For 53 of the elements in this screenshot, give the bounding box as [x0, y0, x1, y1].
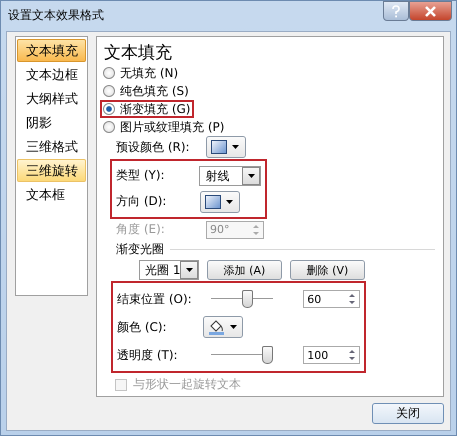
sidebar-item[interactable]: 文本边框 — [17, 63, 86, 86]
radio-button[interactable] — [103, 103, 115, 115]
radio-button[interactable] — [103, 67, 115, 79]
spin-arrows-icon — [347, 293, 357, 306]
caret-icon — [230, 325, 237, 330]
paint-bucket-icon — [208, 319, 225, 336]
push-button[interactable]: 添加 (A) — [207, 260, 282, 280]
sidebar-item[interactable]: 大纲样式 — [17, 87, 86, 110]
caret-icon — [186, 268, 193, 272]
gradient-swatch-icon — [211, 140, 227, 154]
help-icon — [390, 4, 402, 18]
type-dropdown[interactable]: 射线 — [199, 166, 261, 186]
radio-label: 图片或纹理填充 (P) — [120, 118, 224, 136]
group-heading: 渐变光圈 — [116, 241, 164, 258]
number-spinner[interactable]: 60 — [303, 290, 360, 308]
caret-icon — [232, 145, 239, 150]
preset-color-dropdown[interactable] — [206, 136, 246, 158]
direction-dropdown[interactable] — [200, 190, 240, 213]
section-heading: 文本填充 — [104, 42, 173, 64]
spin-arrows-icon — [347, 349, 357, 362]
radio-button[interactable] — [103, 121, 115, 133]
window-title: 设置文本效果格式 — [8, 7, 104, 24]
field-label: 颜色 (C): — [117, 318, 168, 336]
close-button[interactable] — [409, 1, 452, 21]
spin-arrows-icon — [251, 224, 261, 236]
field-label: 结束位置 (O): — [117, 290, 193, 308]
radio-button[interactable] — [103, 85, 115, 97]
number-spinner[interactable]: 100 — [303, 346, 360, 364]
radio-label: 渐变填充 (G) — [120, 100, 190, 118]
field-label: 角度 (E): — [116, 221, 166, 238]
field-label: 透明度 (T): — [117, 346, 179, 364]
radio-label: 纯色填充 (S) — [120, 82, 189, 100]
sidebar-item[interactable]: 三维旋转 — [17, 159, 86, 182]
push-button[interactable]: 删除 (V) — [290, 260, 365, 280]
field-label: 方向 (D): — [116, 193, 168, 210]
sidebar-item[interactable]: 文本填充 — [17, 39, 86, 62]
sidebar-item[interactable]: 阴影 — [17, 111, 86, 134]
field-label: 类型 (Y): — [116, 167, 166, 184]
slider-thumb[interactable] — [262, 346, 274, 364]
caret-icon — [248, 174, 254, 178]
caret-icon — [226, 200, 233, 204]
gradient-swatch-icon — [205, 194, 221, 209]
checkbox-label: 与形状一起旋转文本 — [133, 376, 241, 394]
fill-color-dropdown[interactable] — [203, 316, 243, 338]
slider-thumb[interactable] — [242, 290, 254, 308]
close-dialog-button[interactable]: 关闭 — [372, 403, 444, 424]
field-label: 预设颜色 (R): — [116, 138, 191, 156]
sidebar-item[interactable]: 文本框 — [17, 183, 86, 206]
close-icon — [424, 4, 437, 18]
sidebar-item[interactable]: 三维格式 — [17, 135, 86, 158]
radio-label: 无填充 (N) — [120, 64, 178, 82]
stop-dropdown[interactable]: 光圈 1 — [139, 260, 199, 280]
help-button[interactable] — [383, 1, 409, 21]
